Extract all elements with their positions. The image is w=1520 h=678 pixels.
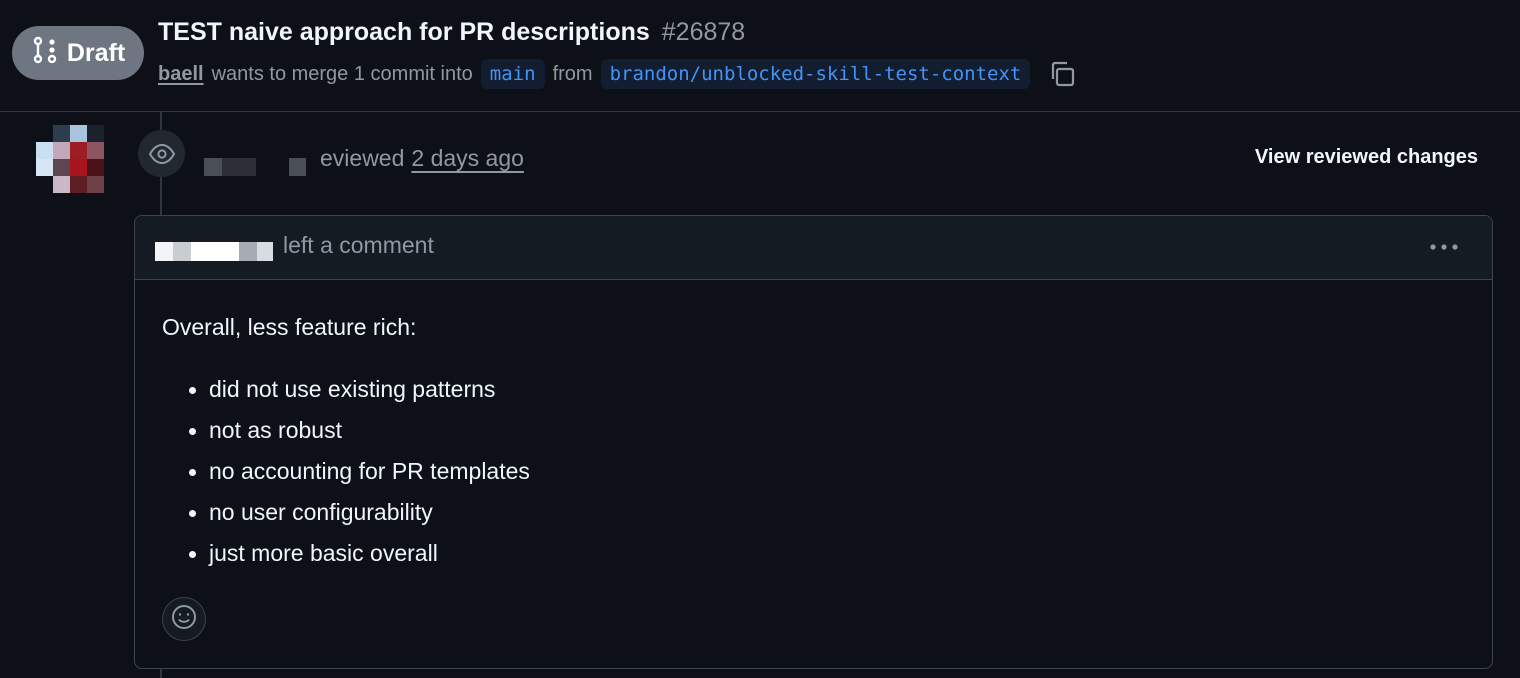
pr-meta-row: baell wants to merge 1 commit into main …: [158, 57, 1076, 91]
list-item: no user configurability: [162, 495, 1465, 536]
pr-author-link[interactable]: baell: [158, 63, 204, 86]
review-event-text: eviewed 2 days ago: [320, 141, 524, 175]
pr-number: #26878: [661, 18, 746, 46]
comment-list: did not use existing patterns not as rob…: [162, 372, 1465, 577]
base-branch-link[interactable]: main: [480, 59, 545, 89]
copy-icon[interactable]: [1048, 60, 1076, 88]
add-reaction-button[interactable]: [162, 597, 206, 641]
merge-description: wants to merge 1 commit into: [211, 62, 473, 85]
avatar[interactable]: [36, 125, 104, 193]
git-pull-request-draft-icon: [31, 36, 59, 71]
comment-header: left a comment: [135, 216, 1492, 280]
kebab-horizontal-icon[interactable]: [1426, 233, 1462, 261]
pr-header: Draft TEST naive approach for PR descrip…: [0, 0, 1520, 112]
pr-title: TEST naive approach for PR descriptions: [158, 18, 650, 46]
head-branch-link[interactable]: brandon/unblocked-skill-test-context: [600, 59, 1031, 89]
draft-state-badge: Draft: [12, 26, 144, 80]
review-timestamp-link[interactable]: 2 days ago: [411, 145, 524, 172]
comment-body: Overall, less feature rich: did not use …: [135, 280, 1492, 577]
pull-request-page: Draft TEST naive approach for PR descrip…: [0, 0, 1520, 678]
from-text: from: [552, 62, 593, 85]
view-reviewed-changes-link[interactable]: View reviewed changes: [1255, 142, 1478, 172]
review-event-label: eviewed: [320, 144, 405, 171]
list-item: did not use existing patterns: [162, 372, 1465, 413]
list-item: just more basic overall: [162, 536, 1465, 577]
eye-icon: [138, 130, 185, 177]
redacted-commenter-name: [155, 242, 273, 261]
list-item: no accounting for PR templates: [162, 454, 1465, 495]
comment-intro: Overall, less feature rich:: [162, 314, 417, 340]
pr-title-row: TEST naive approach for PR descriptions …: [158, 18, 745, 50]
smiley-icon: [170, 603, 198, 636]
redacted-reviewer-name: [204, 150, 324, 178]
review-comment-card: left a comment Overall, less feature ric…: [134, 215, 1493, 669]
comment-action-text: left a comment: [283, 232, 434, 258]
list-item: not as robust: [162, 413, 1465, 454]
draft-state-label: Draft: [66, 38, 126, 67]
